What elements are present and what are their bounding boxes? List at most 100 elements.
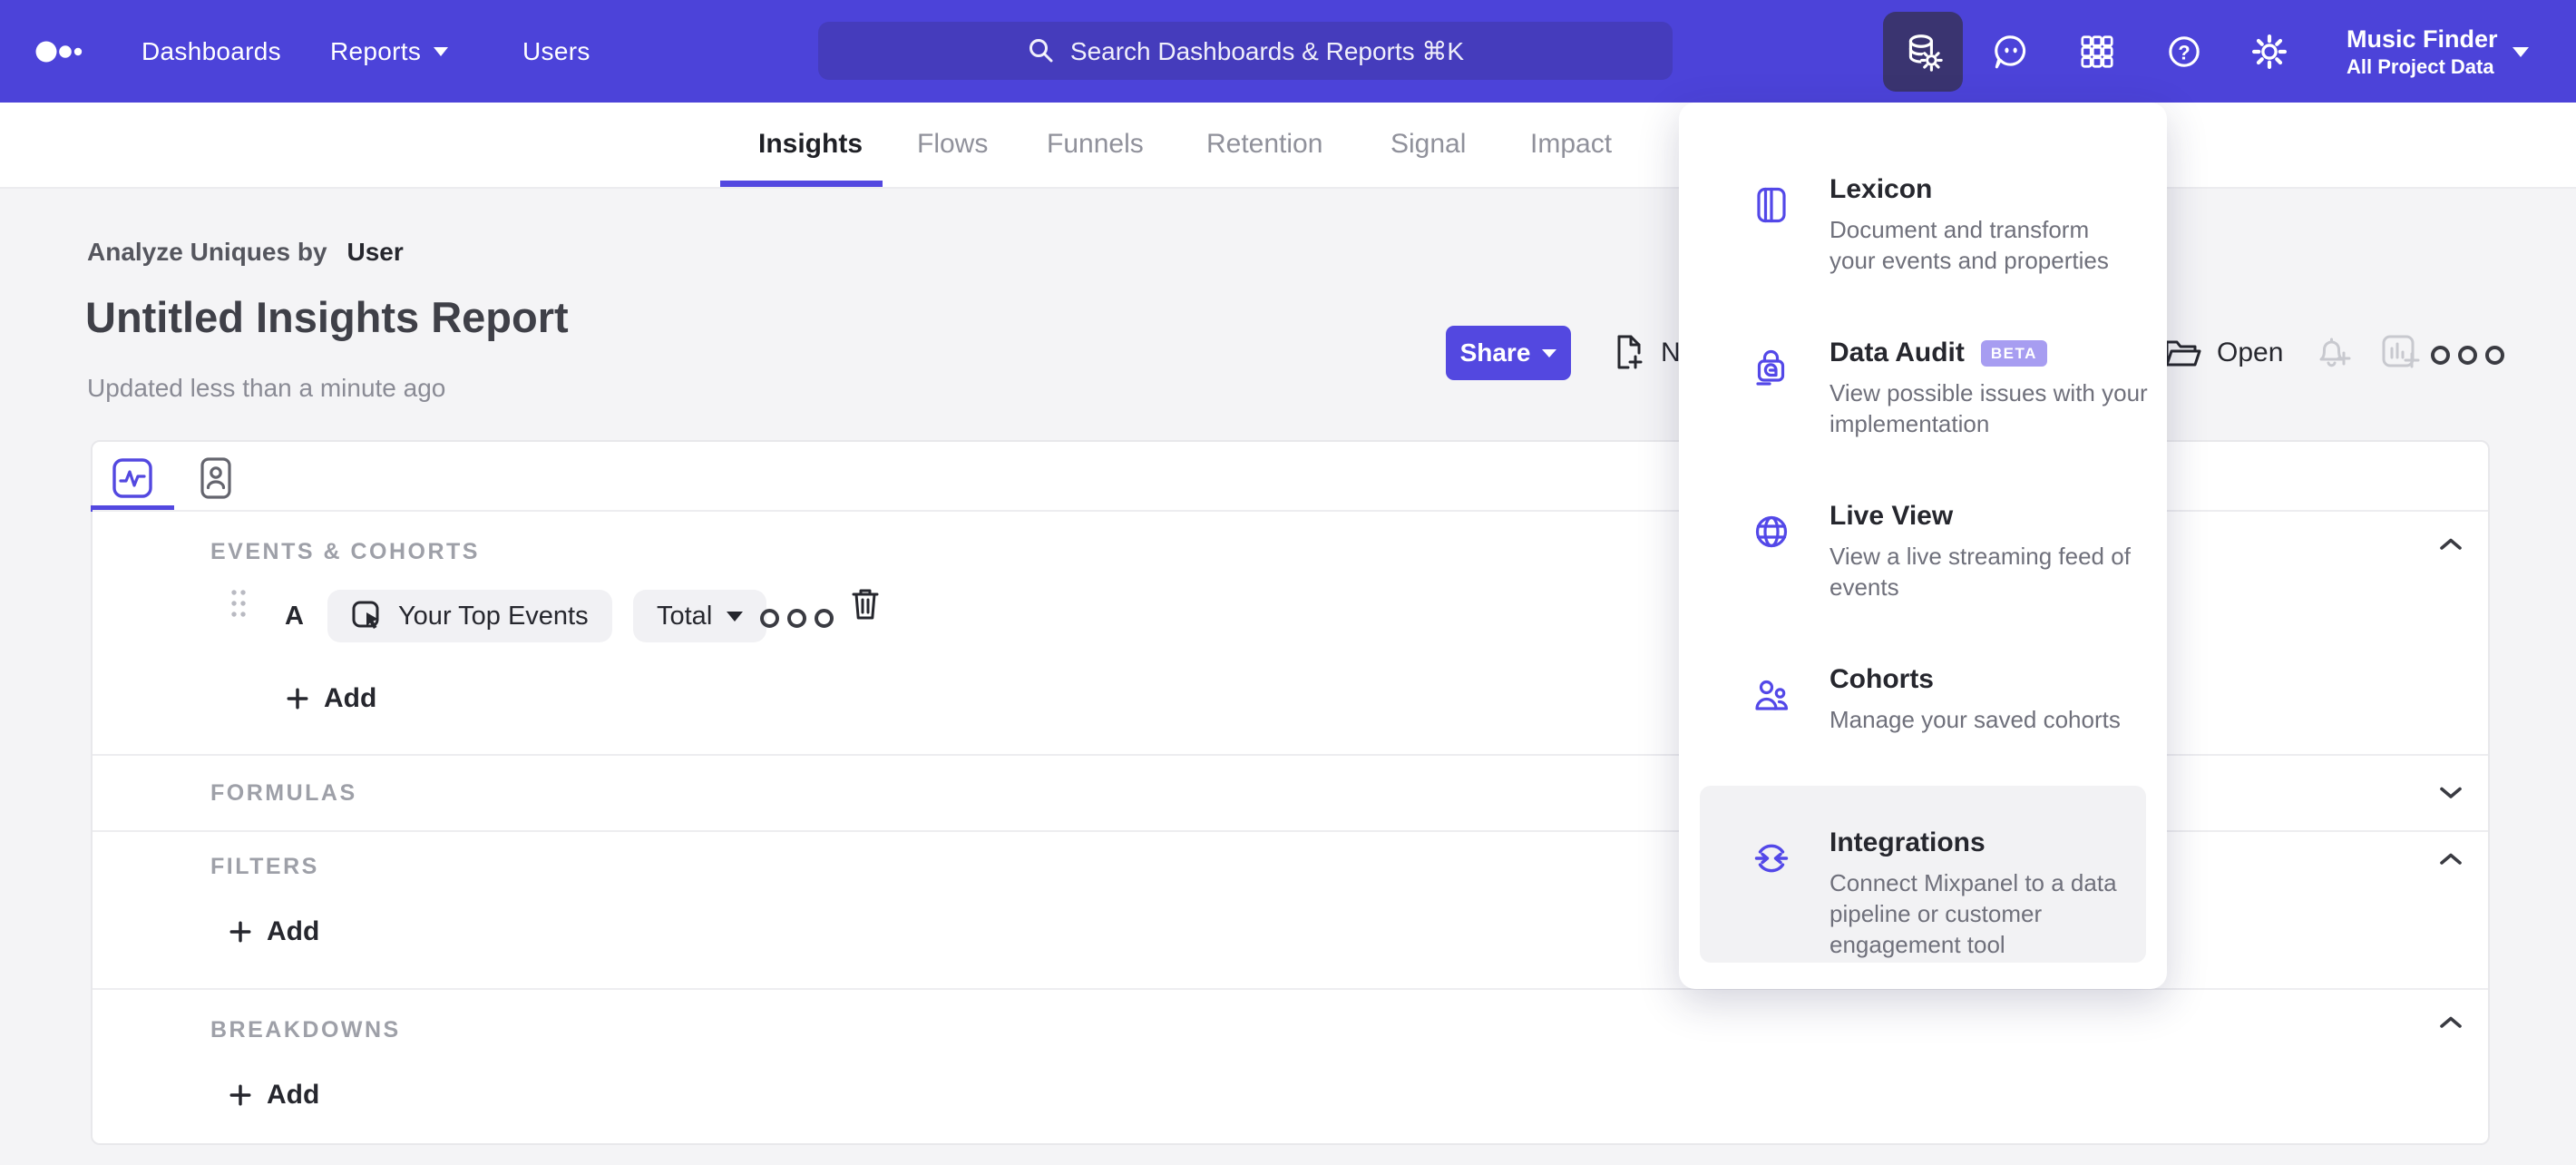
menu-item-cohorts[interactable]: Cohorts Manage your saved cohorts bbox=[1679, 662, 2167, 822]
analyze-line: Analyze Uniques by User bbox=[87, 238, 404, 267]
formulas-section-label: FORMULAS bbox=[210, 780, 357, 806]
add-alert-icon[interactable] bbox=[2311, 332, 2353, 372]
menu-item-title: Cohorts bbox=[1830, 664, 1934, 694]
new-report-button[interactable]: N bbox=[1608, 333, 1681, 373]
tab-funnels[interactable]: Funnels bbox=[1047, 103, 1144, 185]
analyze-label: Analyze Uniques by bbox=[87, 238, 327, 266]
event-click-icon bbox=[352, 601, 379, 629]
add-event-label: Add bbox=[324, 683, 377, 713]
tab-insights[interactable]: Insights bbox=[758, 103, 863, 185]
kebab-dot bbox=[2458, 346, 2477, 365]
project-scope: All Project Data bbox=[2347, 54, 2494, 78]
nav-link-reports[interactable]: Reports bbox=[330, 0, 421, 103]
metric-dropdown-chip[interactable]: Total bbox=[633, 590, 767, 642]
drag-handle[interactable] bbox=[229, 585, 249, 622]
tab-flows[interactable]: Flows bbox=[917, 103, 988, 185]
menu-item-title: Integrations bbox=[1830, 827, 1986, 857]
nav-link-users[interactable]: Users bbox=[522, 0, 590, 103]
kebab-dot bbox=[787, 609, 806, 628]
globe-icon bbox=[1755, 515, 1788, 548]
delete-event-button[interactable] bbox=[849, 584, 882, 624]
plus-icon bbox=[229, 1084, 251, 1106]
search-icon bbox=[1029, 39, 1053, 63]
apps-grid-button[interactable] bbox=[2057, 12, 2137, 92]
data-management-menu: Lexicon Document and transform your even… bbox=[1679, 103, 2167, 989]
share-button[interactable]: Share bbox=[1446, 326, 1571, 380]
open-report-button[interactable]: Open bbox=[2162, 333, 2283, 373]
metric-caret-icon bbox=[727, 611, 744, 622]
report-title[interactable]: Untitled Insights Report bbox=[85, 292, 569, 342]
metrics-tab[interactable] bbox=[111, 456, 154, 500]
menu-item-desc: Manage your saved cohorts bbox=[1830, 706, 2121, 733]
add-filter-button[interactable]: Add bbox=[229, 912, 319, 952]
project-switcher[interactable]: Music Finder All Project Data bbox=[2347, 0, 2498, 103]
menu-item-integrations[interactable]: Integrations Connect Mixpanel to a data … bbox=[1679, 826, 2167, 985]
new-report-label: N bbox=[1661, 338, 1681, 367]
gear-icon bbox=[2251, 34, 2288, 70]
data-management-button[interactable] bbox=[1883, 12, 1963, 92]
menu-item-title: Live View bbox=[1830, 501, 1954, 531]
menu-item-lexicon[interactable]: Lexicon Document and transform your even… bbox=[1679, 172, 2167, 332]
menu-item-desc: Document and transform your events and p… bbox=[1830, 216, 2109, 274]
metric-value: Total bbox=[657, 601, 713, 631]
events-section-label: EVENTS & COHORTS bbox=[210, 539, 480, 564]
kebab-dot bbox=[760, 609, 779, 628]
filters-collapse-chevron-up-icon[interactable] bbox=[2438, 851, 2464, 866]
breakdowns-section-label: BREAKDOWNS bbox=[210, 1017, 401, 1043]
updated-timestamp: Updated less than a minute ago bbox=[87, 374, 446, 402]
add-chart-icon[interactable] bbox=[2379, 332, 2421, 372]
menu-item-desc: View a live streaming feed of events bbox=[1830, 543, 2131, 601]
book-icon bbox=[1757, 187, 1786, 223]
plus-icon bbox=[229, 921, 251, 943]
search-placeholder: Search Dashboards & Reports ⌘K bbox=[1069, 36, 1465, 65]
feedback-button[interactable] bbox=[1970, 12, 2050, 92]
add-breakdown-button[interactable]: Add bbox=[229, 1075, 319, 1115]
analyze-value-dropdown[interactable]: User bbox=[347, 238, 404, 266]
event-row-letter: A bbox=[285, 601, 304, 631]
mixpanel-logo-icon[interactable] bbox=[34, 32, 125, 72]
share-label: Share bbox=[1459, 338, 1531, 367]
menu-item-data-audit[interactable]: Data Audit BETA View possible issues wit… bbox=[1679, 336, 2167, 495]
filters-section-label: FILTERS bbox=[210, 854, 319, 879]
grid-icon bbox=[2081, 35, 2113, 68]
integrations-sync-icon bbox=[1754, 844, 1789, 873]
menu-item-live-view[interactable]: Live View View a live streaming feed of … bbox=[1679, 499, 2167, 659]
project-name: Music Finder bbox=[2347, 24, 2498, 53]
reports-caret-icon bbox=[434, 47, 448, 56]
event-selector-chip[interactable]: Your Top Events bbox=[327, 590, 612, 642]
report-more-options-button[interactable] bbox=[2431, 346, 2504, 365]
formulas-expand-chevron-down-icon[interactable] bbox=[2438, 785, 2464, 800]
event-name: Your Top Events bbox=[398, 601, 589, 631]
event-row-more-button[interactable] bbox=[760, 609, 834, 628]
kebab-dot bbox=[2485, 346, 2504, 365]
plus-icon bbox=[287, 688, 308, 710]
top-nav: Dashboards Reports Users Search Dashboar… bbox=[0, 0, 2576, 103]
share-caret-icon bbox=[1542, 348, 1557, 357]
cohorts-people-icon bbox=[1755, 680, 1789, 710]
svg-text:?: ? bbox=[2178, 41, 2190, 64]
add-filter-label: Add bbox=[267, 916, 320, 946]
beta-badge: BETA bbox=[1980, 339, 2047, 367]
chat-bubble-icon bbox=[1995, 35, 2026, 69]
mixpanel-app: Dashboards Reports Users Search Dashboar… bbox=[0, 0, 2576, 1165]
tab-impact[interactable]: Impact bbox=[1530, 103, 1612, 185]
kebab-dot bbox=[815, 609, 834, 628]
folder-open-icon bbox=[2165, 340, 2201, 367]
tab-retention[interactable]: Retention bbox=[1206, 103, 1322, 185]
menu-item-title: Lexicon bbox=[1830, 174, 1933, 204]
kebab-dot bbox=[2431, 346, 2450, 365]
add-event-button[interactable]: Add bbox=[286, 679, 376, 719]
menu-item-desc: View possible issues with your implement… bbox=[1830, 379, 2148, 437]
audit-lock-icon bbox=[1756, 349, 1785, 386]
menu-item-title: Data Audit bbox=[1830, 338, 1965, 367]
tab-signal[interactable]: Signal bbox=[1390, 103, 1466, 185]
database-gear-icon bbox=[1908, 34, 1943, 72]
breakdowns-collapse-chevron-up-icon[interactable] bbox=[2438, 1014, 2464, 1030]
profiles-tab[interactable] bbox=[194, 456, 238, 500]
help-button[interactable]: ? bbox=[2144, 12, 2224, 92]
nav-link-dashboards[interactable]: Dashboards bbox=[141, 0, 281, 103]
project-caret-icon bbox=[2513, 47, 2529, 57]
events-collapse-chevron-up-icon[interactable] bbox=[2438, 536, 2464, 552]
settings-button[interactable] bbox=[2230, 12, 2309, 92]
global-search-input[interactable]: Search Dashboards & Reports ⌘K bbox=[818, 22, 1673, 80]
